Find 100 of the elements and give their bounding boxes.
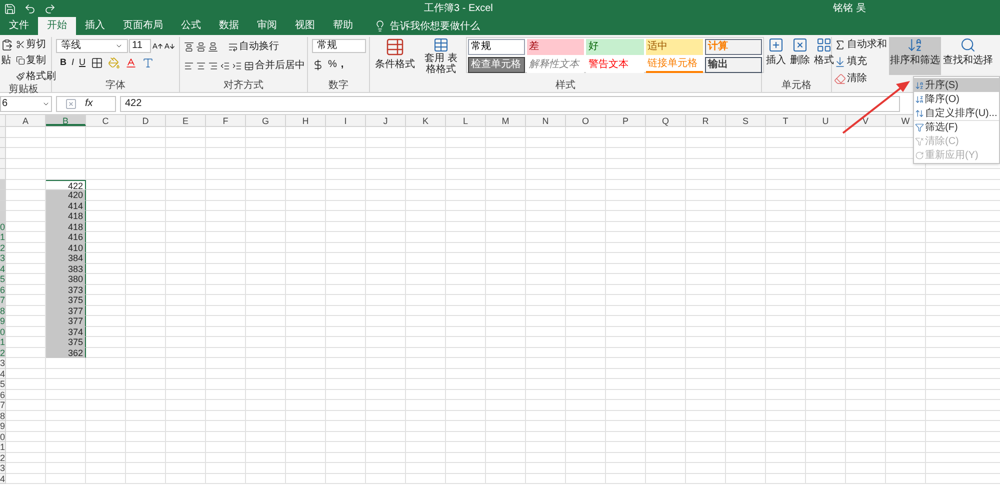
copy-icon[interactable]: [16, 56, 25, 65]
cell-style[interactable]: 适中: [646, 39, 703, 55]
menu-item[interactable]: 升序(S): [914, 78, 999, 92]
row-header[interactable]: 2: [0, 242, 6, 253]
ribbon-tab[interactable]: 审阅: [248, 17, 286, 35]
row-header[interactable]: 9: [0, 316, 6, 326]
bold-button[interactable]: B: [60, 56, 66, 70]
column-header[interactable]: G: [246, 115, 286, 126]
ribbon-tab[interactable]: 文件: [0, 17, 38, 35]
function-label[interactable]: fx: [85, 96, 93, 111]
row-header[interactable]: 3: [0, 253, 6, 264]
format-icon[interactable]: [816, 37, 832, 53]
cell-style[interactable]: 差: [527, 39, 584, 55]
sigma-icon[interactable]: [834, 38, 846, 50]
row-header[interactable]: 2: [0, 452, 6, 463]
comma-button[interactable]: ,: [340, 57, 344, 72]
row-header[interactable]: 8: [0, 306, 6, 316]
cell-style[interactable]: 检查单元格: [468, 57, 526, 73]
row-header[interactable]: 1: [0, 232, 6, 242]
font-size-field[interactable]: 11: [129, 39, 151, 53]
table-format-button[interactable]: 套用 表格格式: [420, 53, 462, 75]
row-header[interactable]: 1: [0, 442, 6, 452]
scissors-icon[interactable]: [16, 40, 25, 49]
column-header[interactable]: K: [406, 115, 446, 126]
sort-filter-button[interactable]: 排序和筛选: [889, 37, 941, 75]
search-icon[interactable]: [960, 37, 976, 53]
percent-button[interactable]: %: [328, 57, 337, 72]
fill-color-icon[interactable]: [108, 56, 120, 69]
paintbrush-icon[interactable]: [16, 72, 25, 81]
phonetic-icon[interactable]: [142, 56, 154, 69]
currency-icon[interactable]: [312, 58, 324, 70]
fill-button[interactable]: 填充: [847, 54, 867, 69]
cell-style[interactable]: 警告文本: [586, 57, 644, 73]
row-header[interactable]: 0: [0, 326, 6, 337]
column-header[interactable]: P: [606, 115, 646, 126]
column-header[interactable]: V: [846, 115, 886, 126]
menu-item[interactable]: 筛选(F): [914, 120, 999, 134]
column-header[interactable]: B: [46, 115, 86, 126]
conditional-format-button[interactable]: 条件格式: [375, 57, 415, 72]
align-right-icon[interactable]: [208, 60, 218, 70]
top-align-icon[interactable]: [184, 42, 194, 52]
row-header[interactable]: 0: [0, 222, 6, 232]
row-header[interactable]: 7: [0, 295, 6, 306]
ribbon-tab[interactable]: 帮助: [324, 17, 362, 35]
row-header[interactable]: 6: [0, 390, 6, 400]
bottom-align-icon[interactable]: [208, 42, 218, 52]
find-select-button[interactable]: 查找和选择: [943, 53, 993, 68]
copy-button[interactable]: 复制: [26, 53, 46, 68]
outdent-icon[interactable]: [220, 60, 230, 70]
ribbon-tab[interactable]: 公式: [172, 17, 210, 35]
indent-icon[interactable]: [232, 60, 242, 70]
column-header[interactable]: S: [726, 115, 766, 126]
autosum-button[interactable]: 自动求和: [847, 37, 887, 52]
column-header[interactable]: O: [566, 115, 606, 126]
row-header[interactable]: 0: [0, 432, 6, 442]
formula-field[interactable]: 422: [120, 96, 900, 112]
paste-icon[interactable]: [1, 37, 13, 53]
conditional-format-icon[interactable]: [385, 37, 405, 57]
cut-button[interactable]: 剪切: [26, 37, 46, 52]
column-header[interactable]: I: [326, 115, 366, 126]
column-header[interactable]: U: [806, 115, 846, 126]
ribbon-tab[interactable]: 页面布局: [114, 17, 172, 35]
cancel-icon[interactable]: [65, 98, 77, 110]
row-header[interactable]: 8: [0, 410, 6, 421]
delete-icon[interactable]: [792, 37, 808, 53]
merge-center-button[interactable]: 合并后居中: [255, 58, 305, 73]
column-header[interactable]: J: [366, 115, 406, 126]
align-center-icon[interactable]: [196, 60, 206, 70]
row-header[interactable]: 4: [0, 368, 6, 379]
insert-icon[interactable]: [768, 37, 784, 53]
format-button[interactable]: 格式: [814, 53, 834, 68]
align-left-icon[interactable]: [184, 60, 194, 70]
cell-style[interactable]: 好: [586, 39, 644, 55]
eraser-icon[interactable]: [834, 72, 846, 84]
column-header[interactable]: Q: [646, 115, 686, 126]
middle-align-icon[interactable]: [196, 42, 206, 52]
row-header[interactable]: 3: [0, 358, 6, 368]
column-header[interactable]: D: [126, 115, 166, 126]
column-header[interactable]: H: [286, 115, 326, 126]
ribbon-tab[interactable]: 插入: [76, 17, 114, 35]
tell-me-field[interactable]: 告诉我你想要做什么: [390, 18, 480, 34]
wrap-text-icon[interactable]: [228, 42, 238, 52]
ribbon-tab[interactable]: 开始: [38, 17, 76, 35]
redo-icon[interactable]: [44, 2, 56, 14]
cell-style[interactable]: 解释性文本: [527, 57, 584, 73]
font-name-field[interactable]: 等线: [56, 39, 128, 53]
column-header[interactable]: N: [526, 115, 566, 126]
format-painter-button[interactable]: 格式刷: [26, 69, 56, 84]
name-box[interactable]: 6: [0, 96, 52, 112]
underline-button[interactable]: U: [79, 56, 86, 70]
border-icon[interactable]: [90, 56, 103, 69]
row-header[interactable]: 4: [0, 264, 6, 274]
row-header[interactable]: 1: [0, 337, 6, 348]
row-header[interactable]: 3: [0, 463, 6, 474]
clear-button[interactable]: 清除: [847, 71, 867, 86]
row-header[interactable]: 4: [0, 474, 6, 484]
italic-button[interactable]: I: [72, 56, 74, 70]
menu-item[interactable]: 降序(O): [914, 92, 999, 106]
shrink-font-icon[interactable]: [164, 40, 175, 52]
ribbon-tab[interactable]: 视图: [286, 17, 324, 35]
